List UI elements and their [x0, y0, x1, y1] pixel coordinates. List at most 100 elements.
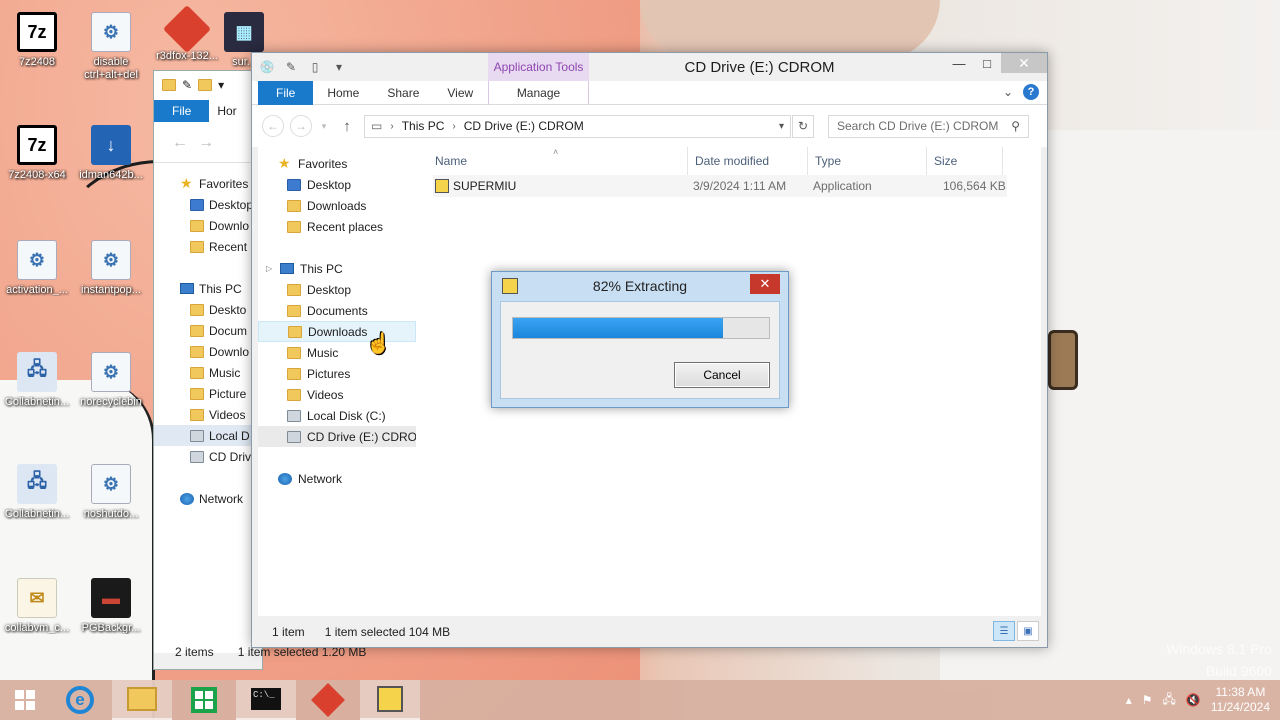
up-button[interactable]: ↑ [336, 115, 358, 137]
nav-item-cd-drive[interactable]: CD Driv [154, 446, 262, 467]
nav-item-fav-recent[interactable]: Recent places [258, 216, 416, 237]
nav-item-pc-music[interactable]: Music [258, 342, 416, 363]
clock[interactable]: 11:38 AM 11/24/2024 [1211, 685, 1270, 715]
nav-item-pc-videos[interactable]: Videos [258, 384, 416, 405]
tab-manage[interactable]: Manage [488, 80, 589, 105]
tab-view[interactable]: View [433, 81, 487, 105]
nav-item-network[interactable]: Network [258, 468, 416, 489]
help-icon[interactable]: ? [1023, 84, 1039, 100]
taskbar-command-prompt[interactable]: C:\_ [236, 680, 296, 720]
desktop-icon-activation[interactable]: ⚙ activation_... [0, 240, 74, 296]
minimize-button[interactable]: — [945, 53, 973, 73]
maximize-button[interactable]: □ [973, 53, 1001, 73]
column-type[interactable]: Type [808, 147, 927, 175]
nav-item-desktop[interactable]: Deskto [154, 299, 262, 320]
desktop-icon-r3dfox[interactable]: r3dfox-132... [150, 4, 224, 62]
nav-item-fav-desktop[interactable]: Desktop [258, 174, 416, 195]
flag-icon[interactable]: ⚑ [1142, 693, 1153, 707]
nav-item-pictures[interactable]: Picture [154, 383, 262, 404]
forward-button[interactable]: → [290, 115, 312, 137]
nav-item-documents[interactable]: Docum [154, 320, 262, 341]
nav-item-local-disk[interactable]: Local Disk (C:) [258, 405, 416, 426]
taskbar-setup[interactable] [360, 680, 420, 720]
nav-item-videos[interactable]: Videos [154, 404, 262, 425]
desktop-icon-collabvm[interactable]: ✉ collabvm_c... [0, 578, 74, 634]
desktop-icon-pgbackground[interactable]: ▬ PGBackgr... [74, 578, 148, 634]
close-button[interactable]: ✕ [1001, 53, 1047, 73]
taskbar-r3dfox[interactable] [298, 680, 358, 720]
desktop-icon-noshutdown[interactable]: ⚙ noshutdo... [74, 464, 148, 520]
cd-drive-icon [190, 450, 204, 463]
nav-item-cd-drive[interactable]: CD Drive (E:) CDROM [258, 426, 416, 447]
chevron-down-icon[interactable]: ▾ [330, 58, 348, 76]
forward-arrow-icon[interactable]: → [198, 134, 214, 152]
tab-file[interactable]: File [258, 80, 314, 105]
nav-item-local-disk[interactable]: Local D [154, 425, 262, 446]
nav-item-fav-downloads[interactable]: Downloads [258, 195, 416, 216]
new-folder-icon[interactable] [198, 79, 213, 91]
tab-file[interactable]: File [154, 100, 210, 122]
desktop-icon-7z2408[interactable]: 7z 7z2408 [0, 12, 74, 68]
nav-item-network[interactable]: Network [154, 488, 262, 509]
tab-home[interactable]: Hor [209, 100, 244, 122]
address-bar[interactable]: ▭ › This PC › CD Drive (E:) CDROM ▾ [364, 114, 791, 138]
desktop-icon-disable-ctrl-alt-del[interactable]: ⚙ disable ctrl+alt+del [74, 12, 148, 82]
taskbar-store[interactable] [174, 680, 234, 720]
dialog-close-button[interactable]: ✕ [750, 274, 780, 294]
network-icon[interactable]: 🖧 [1162, 690, 1175, 711]
nav-item-this-pc[interactable]: ▷ This PC [258, 258, 416, 279]
command-prompt-icon: C:\_ [251, 688, 281, 710]
details-view-button[interactable]: ☰ [993, 621, 1015, 641]
show-hidden-icons-icon[interactable]: ▴ [1126, 693, 1132, 707]
recent-locations-button[interactable]: ▾ [318, 115, 330, 137]
desktop-icon-7z2408-x64[interactable]: 7z 7z2408-x64 [0, 125, 74, 181]
nav-item-favorites[interactable]: ★ Favorites [154, 173, 262, 194]
properties-icon[interactable]: ✎ [182, 78, 192, 92]
tab-share[interactable]: Share [373, 81, 433, 105]
column-date-modified[interactable]: Date modified [688, 147, 808, 175]
breadcrumb-cd-drive[interactable]: CD Drive (E:) CDROM [464, 119, 584, 133]
new-folder-icon[interactable]: ▯ [306, 58, 324, 76]
cancel-button[interactable]: Cancel [674, 362, 770, 388]
nav-item-pc-pictures[interactable]: Pictures [258, 363, 416, 384]
start-button[interactable] [0, 680, 50, 720]
back-button[interactable]: ← [262, 115, 284, 137]
nav-item-downloads[interactable]: Downlo [154, 215, 262, 236]
chevron-down-icon[interactable]: ▾ [779, 121, 784, 132]
chevron-down-icon[interactable]: ▾ [218, 78, 224, 92]
background-explorer-window[interactable]: ✎ ▾ File Hor ← → ★ Favorites Desktop Down… [153, 70, 366, 670]
nav-item-pc-desktop[interactable]: Desktop [258, 279, 416, 300]
nav-item-this-pc[interactable]: This PC [154, 278, 262, 299]
properties-icon[interactable]: ✎ [282, 58, 300, 76]
title-bar[interactable]: 💿 ✎ ▯ ▾ Application Tools CD Drive (E:) … [252, 53, 1047, 81]
nav-item-desktop[interactable]: Desktop [154, 194, 262, 215]
volume-muted-icon[interactable]: 🔇 [1186, 693, 1201, 707]
tab-home[interactable]: Home [313, 81, 373, 105]
taskbar-internet-explorer[interactable]: e [50, 680, 110, 720]
extraction-progress-dialog[interactable]: 82% Extracting ✕ Cancel [491, 271, 789, 408]
desktop-icon-idman[interactable]: ↓ idman642b... [74, 125, 148, 181]
nav-item-downloads[interactable]: Downlo [154, 341, 262, 362]
nav-item-pc-downloads[interactable]: Downloads [258, 321, 416, 342]
nav-item-recent[interactable]: Recent [154, 236, 262, 257]
refresh-button[interactable]: ↻ [792, 114, 814, 138]
breadcrumb-this-pc[interactable]: This PC [402, 119, 445, 133]
nav-item-favorites[interactable]: ★ Favorites [258, 153, 416, 174]
expand-ribbon-icon[interactable]: ⌄ [1003, 85, 1013, 99]
desktop-icon-instantpop[interactable]: ⚙ instantpop... [74, 240, 148, 296]
expand-icon[interactable]: ▷ [266, 264, 274, 273]
back-arrow-icon[interactable]: ← [172, 134, 188, 152]
nav-item-music[interactable]: Music [154, 362, 262, 383]
desktop-icon-norecyclebin[interactable]: ⚙ norecyclebin [74, 352, 148, 408]
r3dfox-icon [162, 4, 212, 54]
large-icons-view-button[interactable]: ▣ [1017, 621, 1039, 641]
search-input[interactable]: Search CD Drive (E:) CDROM ⚲ [828, 114, 1029, 138]
dialog-title-bar[interactable]: 82% Extracting ✕ [492, 272, 788, 300]
column-size[interactable]: Size [927, 147, 1003, 175]
certificate-icon: ✉ [17, 578, 57, 618]
table-row[interactable]: SUPERMIU 3/9/2024 1:11 AM Application 10… [433, 175, 1007, 197]
desktop-icon-collabnet-1[interactable]: 🖧 Collabnetin... [0, 352, 74, 408]
desktop-icon-collabnet-2[interactable]: 🖧 Collabnetin... [0, 464, 74, 520]
taskbar-file-explorer[interactable] [112, 680, 172, 720]
nav-item-pc-documents[interactable]: Documents [258, 300, 416, 321]
